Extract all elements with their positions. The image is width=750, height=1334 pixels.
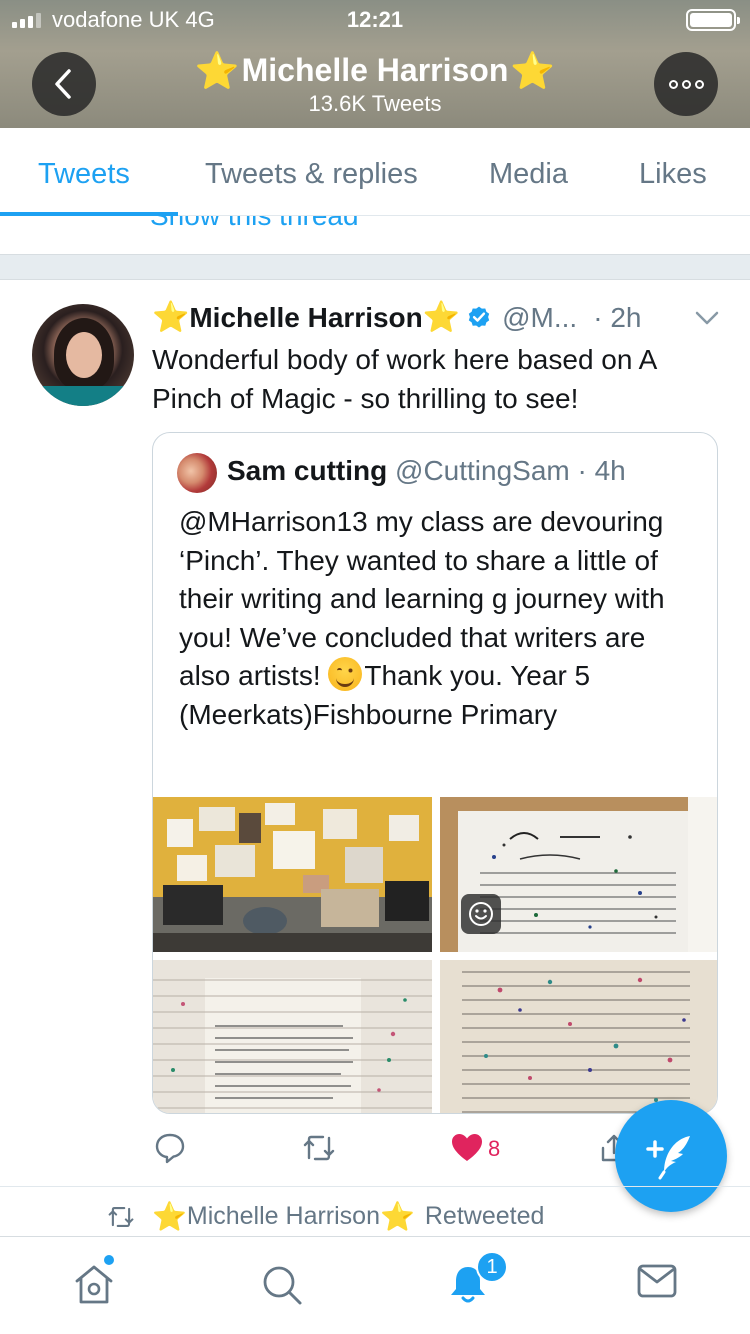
status-bar: vodafone UK 4G 12:21 — [0, 0, 750, 40]
quoted-avatar[interactable] — [177, 453, 217, 493]
compose-tweet-button[interactable] — [615, 1100, 727, 1212]
home-icon[interactable] — [72, 1263, 116, 1305]
tweet-timestamp[interactable]: · 2h — [593, 302, 641, 334]
media-grid — [153, 797, 717, 1113]
tweet-count: 13.6K Tweets — [308, 91, 442, 116]
battery-icon — [686, 9, 740, 31]
tweet-text: Wonderful body of work here based on A P… — [152, 344, 656, 414]
quoted-author-name: Sam cutting — [227, 455, 388, 486]
smiley-sticker-icon — [469, 902, 493, 926]
quoted-handle-time: @CuttingSam · 4h — [387, 455, 626, 486]
more-options-button[interactable] — [654, 52, 718, 116]
verified-badge-icon — [468, 306, 490, 328]
retweeter-name[interactable]: Michelle Harrison — [187, 1202, 380, 1231]
twitter-profile-screen: vodafone UK 4G 12:21 ⭐ Michelle Harrison… — [0, 0, 750, 1334]
bottom-navigation: 1 — [0, 1236, 750, 1334]
reply-icon[interactable] — [154, 1132, 186, 1164]
home-unread-dot — [104, 1255, 114, 1265]
active-tab-indicator — [0, 212, 178, 216]
star-emoji-icon: ⭐ — [152, 1200, 187, 1232]
quoted-tweet[interactable]: Sam cutting @CuttingSam · 4h @MHarrison1… — [152, 432, 718, 1114]
tweet-divider — [0, 1186, 750, 1187]
profile-tabs: Tweets Tweets & replies Media Likes — [0, 128, 750, 216]
profile-header: vodafone UK 4G 12:21 ⭐ Michelle Harrison… — [0, 0, 750, 128]
profile-title: ⭐ Michelle Harrison ⭐ — [0, 52, 750, 89]
tab-tweets-and-replies[interactable]: Tweets & replies — [205, 158, 418, 191]
tab-tweets[interactable]: Tweets — [38, 158, 130, 191]
dot-icon — [668, 79, 678, 89]
star-emoji-icon: ⭐ — [422, 301, 461, 334]
heart-icon[interactable] — [450, 1132, 484, 1164]
tab-media[interactable]: Media — [489, 158, 568, 191]
chevron-down-icon[interactable] — [694, 306, 720, 330]
search-icon[interactable] — [260, 1263, 304, 1307]
tweet-header: ⭐ Michelle Harrison ⭐ @M... · 2h — [152, 300, 641, 336]
retweet-small-icon — [108, 1206, 134, 1227]
star-emoji-icon: ⭐ — [380, 1200, 415, 1232]
tweet-author-name[interactable]: Michelle Harrison — [189, 302, 422, 334]
star-emoji-icon: ⭐ — [152, 301, 190, 334]
quoted-tweet-text: @MHarrison13 my class are devouring ‘Pin… — [179, 506, 665, 730]
retweet-icon[interactable] — [302, 1132, 336, 1164]
dot-icon — [681, 79, 691, 89]
tab-likes[interactable]: Likes — [639, 158, 707, 191]
messages-envelope-icon[interactable] — [636, 1263, 678, 1299]
star-emoji-icon: ⭐ — [510, 49, 556, 91]
media-sticker-badge[interactable] — [461, 894, 501, 934]
quoted-tweet-header: Sam cutting @CuttingSam · 4h — [227, 455, 626, 487]
tweet-author-handle[interactable]: @M... — [502, 302, 577, 334]
retweeted-label: Retweeted — [424, 1202, 545, 1230]
compose-feather-icon — [646, 1136, 690, 1180]
dot-icon — [694, 79, 704, 89]
media-photo-classroom-display[interactable] — [153, 797, 432, 952]
status-time: 12:21 — [346, 7, 404, 32]
notification-count-badge: 1 — [476, 1251, 508, 1283]
avatar[interactable] — [32, 304, 134, 406]
like-count: 8 — [488, 1136, 501, 1161]
timeline-separator — [0, 254, 750, 280]
smiling-face-emoji-icon — [328, 657, 363, 692]
retweeted-by-row: ⭐ Michelle Harrison ⭐ Retweeted — [106, 1202, 544, 1231]
star-emoji-icon: ⭐ — [194, 49, 240, 91]
media-photo-story-page[interactable] — [440, 960, 717, 1113]
profile-name: Michelle Harrison — [241, 52, 509, 88]
media-photo-letter-page[interactable] — [153, 960, 432, 1113]
